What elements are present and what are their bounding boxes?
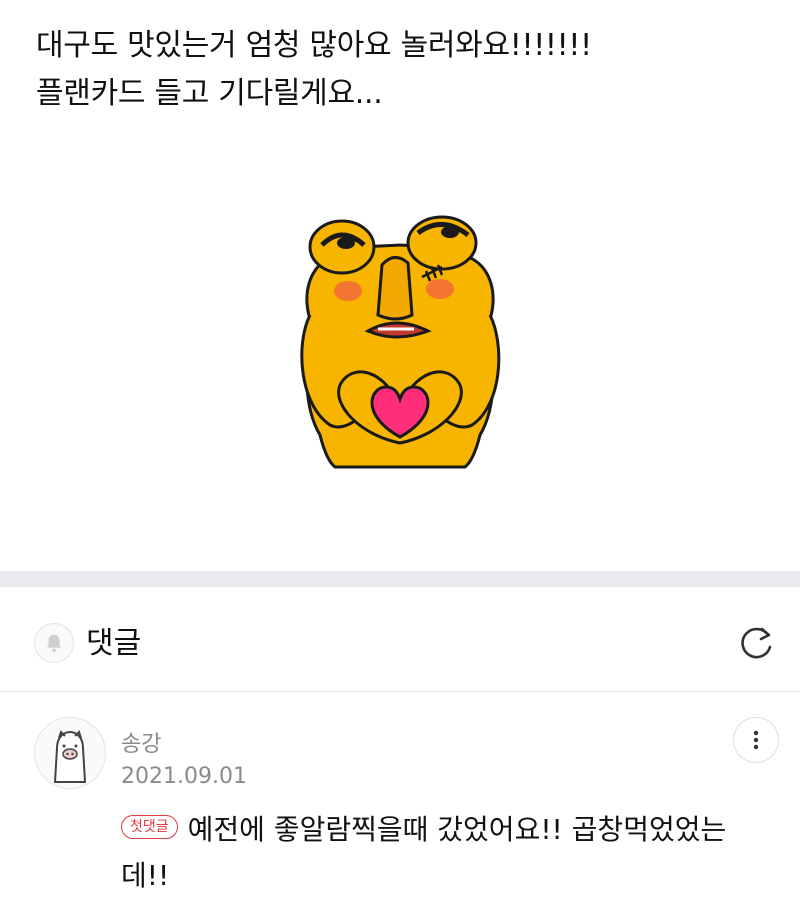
avatar[interactable] [34, 717, 106, 789]
comments-title: 댓글 [86, 626, 142, 661]
pig-avatar-icon [53, 730, 87, 783]
comment-author[interactable]: 송강 [121, 726, 161, 758]
comment-date: 2021.09.01 [121, 764, 247, 789]
bear-heart-sticker [300, 215, 501, 469]
bell-button[interactable] [34, 623, 74, 663]
comment-text: 예전에 좋알람찍을때 갔었어요!! 곱창먹었었는데!! [121, 813, 727, 892]
refresh-icon[interactable] [734, 621, 778, 665]
comment-body: 첫댓글 예전에 좋알람찍을때 갔었어요!! 곱창먹었었는데!! [121, 807, 761, 899]
section-divider [0, 571, 800, 587]
more-options-button[interactable] [733, 717, 779, 763]
post-text: 대구도 맛있는거 엄청 많아요 놀러와요!!!!!!! 플랜카드 들고 기다릴게… [36, 22, 592, 118]
more-vertical-icon [753, 730, 759, 750]
first-comment-badge: 첫댓글 [121, 815, 178, 839]
post-line: 대구도 맛있는거 엄청 많아요 놀러와요!!!!!!! [36, 28, 592, 63]
post-line: 플랜카드 들고 기다릴게요... [36, 76, 383, 111]
bell-icon [46, 634, 62, 653]
